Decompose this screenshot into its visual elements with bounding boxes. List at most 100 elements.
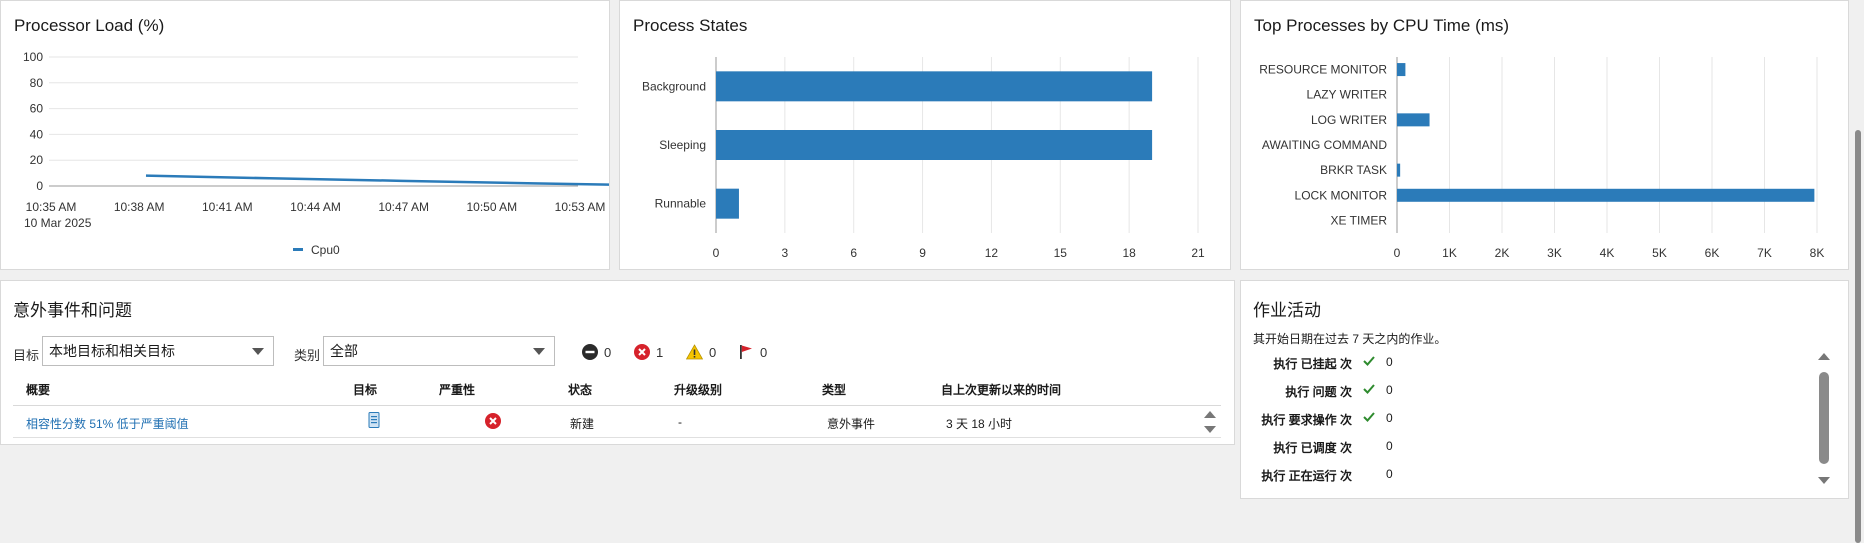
incident-time: 3 天 18 小时 [946, 417, 1013, 431]
warning-count: 0 [709, 344, 717, 360]
x-tick-label: 5K [1652, 246, 1667, 260]
top-processes-chart: 0 1K 2K 3K 4K 5K 6K 7K 8K RESOURCE MONITOR LAZY WR… [1259, 57, 1824, 260]
target-select-value: 本地目标和相关目标 [49, 343, 175, 359]
y-tick-label: 80 [30, 76, 44, 90]
scroll-up-icon[interactable] [1817, 351, 1831, 361]
x-tick-label: 6 [850, 246, 857, 260]
y-tick-label: 40 [30, 127, 44, 141]
category-select-value: 全部 [330, 343, 358, 359]
column-header-severity[interactable]: 严重性 [439, 381, 475, 398]
x-tick-label: 10:47 AM [378, 200, 429, 214]
x-tick-label: 2K [1495, 246, 1510, 260]
x-tick-label: 12 [985, 246, 999, 260]
column-header-target[interactable]: 目标 [353, 381, 377, 398]
legend-swatch [293, 248, 303, 251]
x-tick-label: 3 [782, 246, 789, 260]
job-activity-title: 作业活动 [1253, 301, 1321, 320]
job-activity-label: 执行 已调度 次 [1273, 441, 1352, 455]
category-select[interactable]: 全部 [323, 336, 555, 366]
critical-counter[interactable]: 1 [634, 344, 663, 360]
category-label: LOG WRITER [1311, 113, 1387, 127]
processor-load-panel: Processor Load (%) 0 20 40 60 80 100 10:35 AM 1… [0, 0, 610, 270]
job-activity-count: 0 [1386, 439, 1393, 453]
check-icon [1363, 356, 1375, 366]
scroll-down-icon[interactable] [1203, 425, 1217, 435]
category-label: Runnable [655, 197, 707, 211]
page-scrollbar-thumb[interactable] [1855, 130, 1861, 543]
warning-counter[interactable]: 0 [686, 344, 716, 360]
y-tick-label: 20 [30, 153, 44, 167]
blocked-icon [582, 344, 598, 360]
blocked-counter[interactable]: 0 [582, 344, 611, 360]
bar [1397, 63, 1406, 77]
x-tick-label: 10:41 AM [202, 200, 253, 214]
job-activity-count: 0 [1386, 411, 1393, 425]
x-tick-label: 18 [1122, 246, 1136, 260]
incident-summary-link[interactable]: 相容性分数 51% 低于严重阈值 [26, 415, 189, 432]
job-activity-count: 0 [1386, 355, 1393, 369]
column-header-status[interactable]: 状态 [568, 381, 592, 398]
scroll-up-icon[interactable] [1203, 409, 1217, 419]
incident-escalation: - [678, 415, 682, 429]
category-filter-label: 类别 [294, 348, 321, 363]
job-activity-row[interactable]: 执行 正在运行 次 0 [1240, 467, 1440, 483]
bar [1397, 163, 1401, 177]
job-activity-count: 0 [1386, 383, 1393, 397]
job-activity-label: 执行 要求操作 次 [1261, 413, 1352, 427]
chevron-down-icon [252, 348, 264, 355]
check-icon [1363, 384, 1375, 394]
bar [1397, 113, 1430, 127]
top-processes-panel: Top Processes by CPU Time (ms) 0 1K 2K 3K 4K… [1240, 0, 1849, 270]
column-header-time[interactable]: 自上次更新以来的时间 [941, 381, 1061, 398]
process-states-panel: Process States 0 3 6 9 12 15 18 21 Background Sle… [619, 0, 1231, 270]
column-header-summary[interactable]: 概要 [26, 381, 50, 398]
incident-type: 意外事件 [827, 417, 876, 431]
server-icon[interactable] [368, 412, 380, 428]
bar [716, 71, 1153, 102]
x-tick-label: 10:44 AM [290, 200, 341, 214]
check-icon [1363, 412, 1375, 422]
job-activity-subtitle: 其开始日期在过去 7 天之内的作业。 [1253, 332, 1447, 346]
target-filter-label: 目标 [13, 348, 40, 363]
bar [716, 130, 1153, 160]
x-tick-label: 9 [919, 246, 926, 260]
warning-icon [686, 344, 703, 360]
job-scrollbar-thumb[interactable] [1819, 372, 1829, 464]
category-label: LAZY WRITER [1307, 88, 1388, 102]
chevron-down-icon [533, 348, 545, 355]
column-header-escalation[interactable]: 升级级别 [674, 381, 722, 398]
legend-label: Cpu0 [311, 243, 340, 257]
x-tick-label: 3K [1547, 246, 1562, 260]
flag-counter[interactable]: 0 [738, 344, 767, 360]
category-label: XE TIMER [1331, 213, 1388, 227]
blocked-count: 0 [604, 344, 612, 360]
scroll-down-icon[interactable] [1817, 476, 1831, 486]
bar [716, 188, 739, 219]
job-activity-count: 0 [1386, 467, 1393, 481]
incidents-title: 意外事件和问题 [13, 301, 132, 320]
y-tick-label: 100 [23, 50, 43, 64]
job-activity-row[interactable]: 执行 问题 次 0 [1240, 383, 1440, 399]
job-activity-label: 执行 问题 次 [1285, 385, 1352, 399]
job-activity-row[interactable]: 执行 要求操作 次 0 [1240, 411, 1440, 427]
process-states-chart: 0 3 6 9 12 15 18 21 Background Sleeping Runnable [642, 57, 1205, 260]
x-tick-label: 15 [1054, 246, 1068, 260]
incident-status: 新建 [570, 417, 595, 431]
target-select[interactable]: 本地目标和相关目标 [42, 336, 274, 366]
job-activity-row[interactable]: 执行 已调度 次 0 [1240, 439, 1440, 455]
x-tick-label: 7K [1757, 246, 1772, 260]
job-activity-label: 执行 正在运行 次 [1261, 469, 1352, 483]
critical-severity-icon [485, 413, 501, 429]
x-tick-label: 10:35 AM [26, 200, 77, 214]
series-line [145, 174, 609, 186]
category-label: RESOURCE MONITOR [1259, 63, 1387, 77]
x-tick-label: 6K [1705, 246, 1720, 260]
x-tick-label: 10:53 AM [555, 200, 606, 214]
table-row[interactable] [13, 406, 1221, 438]
category-label: BRKR TASK [1320, 163, 1387, 177]
job-activity-row[interactable]: 执行 已挂起 次 0 [1240, 355, 1440, 371]
column-header-type[interactable]: 类型 [822, 381, 846, 398]
critical-count: 1 [656, 344, 664, 360]
x-tick-label: 10:50 AM [466, 200, 517, 214]
flag-icon [740, 345, 752, 359]
